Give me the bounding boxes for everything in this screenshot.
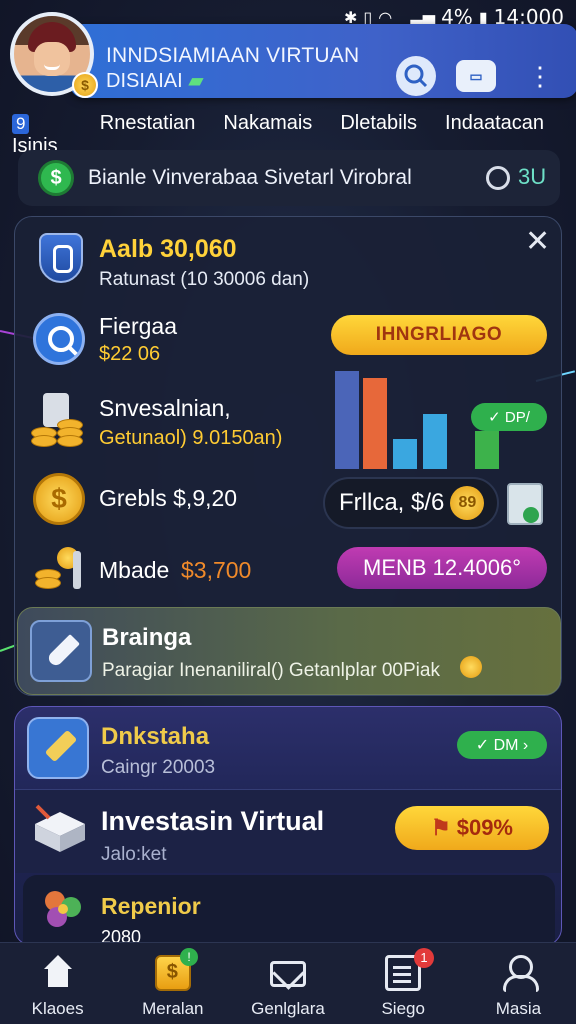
row-label: Grebls $,9,20	[99, 485, 238, 511]
app-subtitle: DISIAIAI	[106, 70, 183, 92]
clock-icon	[486, 166, 510, 190]
dm-button[interactable]: ✓ DM ›	[457, 731, 547, 759]
nav-klaoes[interactable]: Klaoes	[0, 943, 115, 1024]
status-badge: ✓ DP/	[471, 403, 547, 431]
user-icon	[500, 955, 540, 992]
nav-genlglara[interactable]: Genlglara	[230, 943, 345, 1024]
dollar-icon: $	[38, 160, 74, 196]
dollar-coin-icon: $	[33, 473, 85, 525]
chat-icon: ▭	[469, 67, 483, 84]
home-icon	[40, 955, 76, 991]
tab-dletabils[interactable]: Dletabils	[340, 112, 417, 146]
item-title: Dnkstaha	[101, 723, 210, 750]
item-subtitle: Caingr 20003	[101, 757, 216, 778]
coin-badge-icon: $	[72, 72, 98, 98]
tab-rnestatian[interactable]: Rnestatian	[100, 112, 196, 146]
money-icon: ▰	[188, 70, 204, 92]
tab-count: 9	[12, 114, 30, 134]
coin-icon	[460, 656, 482, 678]
nav-masia[interactable]: Masia	[461, 943, 576, 1024]
bottom-nav: Klaoes Meralan Genlglara Siego Masia	[0, 942, 576, 1024]
search-button[interactable]	[396, 56, 436, 96]
balance-strip[interactable]: $ Bianle Vinverabaa Sivetarl Virobral 3U	[18, 150, 560, 206]
chart-bar	[423, 414, 447, 469]
row-value: Getunaol) 9.0150an)	[99, 427, 283, 449]
search-icon	[33, 313, 85, 365]
brush-icon	[27, 717, 89, 779]
balance-text: Bianle Vinverabaa Sivetarl Virobral	[88, 166, 412, 189]
price-pill[interactable]: Frllca, $/6 89	[323, 477, 499, 529]
notification-badge: !	[180, 948, 198, 966]
row-label: Fiergaa	[99, 313, 177, 339]
investment-card: ✕ Aalb 30,060 Ratunast (10 30006 dan) Fi…	[14, 216, 562, 696]
shield-icon	[39, 233, 83, 283]
promo-title: Brainga	[102, 624, 192, 651]
card-title: Aalb 30,060	[99, 235, 237, 263]
search-icon	[404, 64, 428, 88]
tab-indaatacan[interactable]: Indaatacan	[445, 112, 544, 146]
balance-value: 3U	[518, 164, 547, 189]
chart-bar	[393, 439, 417, 469]
more-menu-button[interactable]: ⋮	[527, 56, 553, 96]
tab-bar: 9Isinis Rnestatian Nakamais Dletabils In…	[12, 112, 572, 157]
menb-button[interactable]: MENB 12.4006°	[337, 547, 547, 589]
coins-icon	[33, 547, 89, 593]
tab-isinis[interactable]: 9Isinis	[12, 112, 72, 157]
more-vertical-icon: ⋮	[527, 60, 553, 91]
item-title: Repenior	[101, 893, 201, 919]
portfolio-card: Dnkstaha Caingr 20003 ✓ DM › Investasin …	[14, 706, 562, 946]
flower-icon	[45, 891, 81, 927]
nav-siego[interactable]: Siego	[346, 943, 461, 1024]
wallet-card-icon	[507, 483, 543, 525]
rocket-icon	[30, 620, 92, 682]
row-value: $22 06	[99, 343, 161, 365]
row-label: Snvesalnian,	[99, 395, 231, 421]
promo-banner[interactable]: Brainga Paragiar Inenaniliral() Getanlpl…	[17, 607, 561, 695]
tab-nakamais[interactable]: Nakamais	[223, 112, 312, 146]
mail-icon	[270, 961, 306, 987]
row-value: $3,700	[181, 557, 252, 583]
coin-icon: 89	[450, 486, 485, 520]
app-title: INNDSIAMIAAN VIRTUAN	[106, 44, 360, 67]
list-item[interactable]: Repenior 2080	[23, 875, 555, 945]
card-subtitle: Ratunast (10 30006 dan)	[99, 269, 310, 290]
chart-bar	[335, 371, 359, 469]
coin-stack-icon	[31, 393, 89, 449]
percent-pill[interactable]: ⚑ $09%	[395, 806, 549, 850]
box-icon	[35, 804, 85, 852]
nav-meralan[interactable]: Meralan	[115, 943, 230, 1024]
item-subtitle: Jalo:ket	[101, 844, 167, 865]
close-icon[interactable]: ✕	[525, 227, 550, 257]
app-header: $ INNDSIAMIAAN VIRTUAN DISIAIAI ▰ ▭ ⋮	[10, 12, 576, 98]
list-item[interactable]: Investasin Virtual Jalo:ket ⚑ $09%	[15, 789, 561, 873]
chart-bar	[475, 431, 499, 469]
promo-subtitle: Paragiar Inenaniliral() Getanlplar 00Pia…	[102, 660, 440, 681]
notification-badge: 1	[414, 948, 434, 968]
chat-button[interactable]: ▭	[456, 60, 496, 92]
row-label: Mbade	[99, 557, 170, 583]
chart-bar	[363, 378, 387, 469]
item-title: Investasin Virtual	[101, 806, 325, 836]
flag-icon: ⚑	[430, 815, 451, 840]
